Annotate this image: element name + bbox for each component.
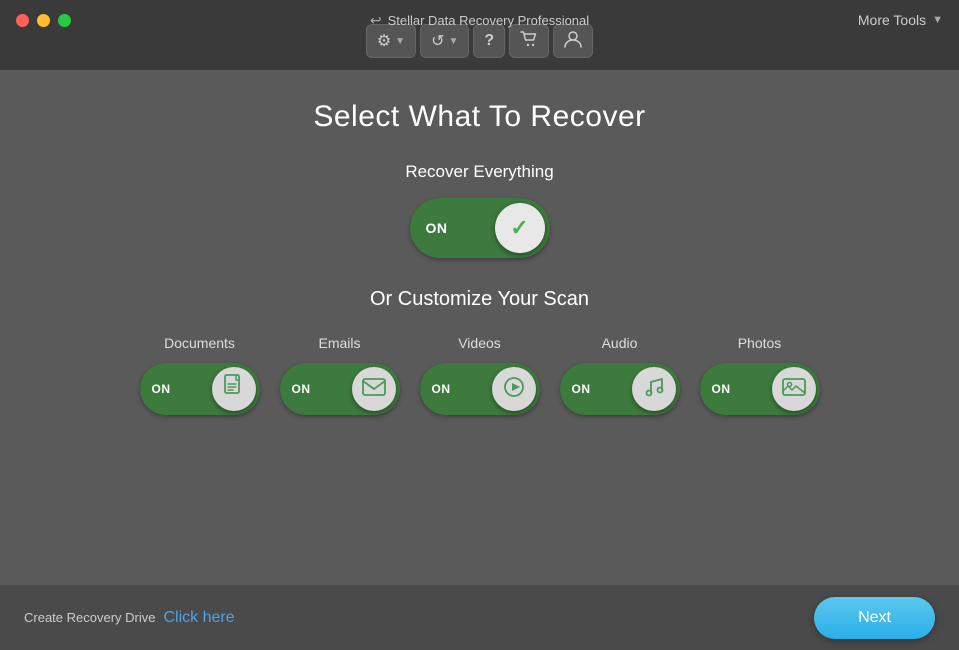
page-title: Select What To Recover xyxy=(313,100,645,134)
audio-toggle[interactable]: ON xyxy=(560,363,680,415)
videos-item: Videos ON xyxy=(420,335,540,415)
more-tools-label: More Tools xyxy=(858,12,926,28)
recover-everything-toggle[interactable]: ON ✓ xyxy=(410,198,550,258)
main-content: Select What To Recover Recover Everythin… xyxy=(0,70,959,580)
recovery-drive-text: Create Recovery Drive xyxy=(24,610,156,625)
customize-section: Or Customize Your Scan Documents ON xyxy=(40,288,919,415)
back-arrow-icon: ↩ xyxy=(370,12,382,29)
more-tools-chevron-icon: ▼ xyxy=(932,14,943,26)
videos-toggle[interactable]: ON xyxy=(420,363,540,415)
window-title-bar: ↩ Stellar Data Recovery Professional xyxy=(370,12,589,29)
bottom-bar: Create Recovery Drive Click here Next xyxy=(0,585,959,650)
audio-toggle-text: ON xyxy=(572,382,591,396)
traffic-lights xyxy=(16,14,71,27)
click-here-link[interactable]: Click here xyxy=(164,609,235,627)
photo-image-icon xyxy=(782,377,806,402)
documents-toggle-text: ON xyxy=(152,382,171,396)
document-icon xyxy=(223,374,245,404)
close-button[interactable] xyxy=(16,14,29,27)
documents-toggle[interactable]: ON xyxy=(140,363,260,415)
photos-toggle-text: ON xyxy=(712,382,731,396)
audio-toggle-knob xyxy=(632,367,676,411)
recover-everything-section: Recover Everything ON ✓ xyxy=(405,162,553,258)
emails-toggle[interactable]: ON xyxy=(280,363,400,415)
minimize-button[interactable] xyxy=(37,14,50,27)
customize-label: Or Customize Your Scan xyxy=(370,288,589,311)
documents-toggle-knob xyxy=(212,367,256,411)
header: ↩ Stellar Data Recovery Professional Mor… xyxy=(0,0,959,70)
videos-toggle-knob xyxy=(492,367,536,411)
video-play-icon xyxy=(503,376,525,403)
emails-toggle-knob xyxy=(352,367,396,411)
documents-label: Documents xyxy=(164,335,235,351)
toggle-on-text: ON xyxy=(426,220,448,236)
audio-label: Audio xyxy=(602,335,638,351)
photos-toggle-knob xyxy=(772,367,816,411)
videos-toggle-text: ON xyxy=(432,382,451,396)
videos-label: Videos xyxy=(458,335,501,351)
toggle-knob: ✓ xyxy=(495,203,545,253)
file-types-row: Documents ON xyxy=(140,335,820,415)
photos-toggle[interactable]: ON xyxy=(700,363,820,415)
emails-item: Emails ON xyxy=(280,335,400,415)
recovery-drive-section: Create Recovery Drive Click here xyxy=(24,609,235,627)
window-title: Stellar Data Recovery Professional xyxy=(388,13,590,28)
next-button[interactable]: Next xyxy=(814,597,935,639)
recover-everything-label: Recover Everything xyxy=(405,162,553,182)
audio-music-icon xyxy=(642,376,666,403)
emails-toggle-text: ON xyxy=(292,382,311,396)
audio-item: Audio ON xyxy=(560,335,680,415)
emails-label: Emails xyxy=(318,335,360,351)
maximize-button[interactable] xyxy=(58,14,71,27)
documents-item: Documents ON xyxy=(140,335,260,415)
email-icon xyxy=(362,377,386,402)
title-bar: ↩ Stellar Data Recovery Professional Mor… xyxy=(0,0,959,40)
photos-label: Photos xyxy=(738,335,782,351)
checkmark-icon: ✓ xyxy=(510,215,528,241)
photos-item: Photos ON xyxy=(700,335,820,415)
more-tools-button[interactable]: More Tools ▼ xyxy=(858,0,943,40)
